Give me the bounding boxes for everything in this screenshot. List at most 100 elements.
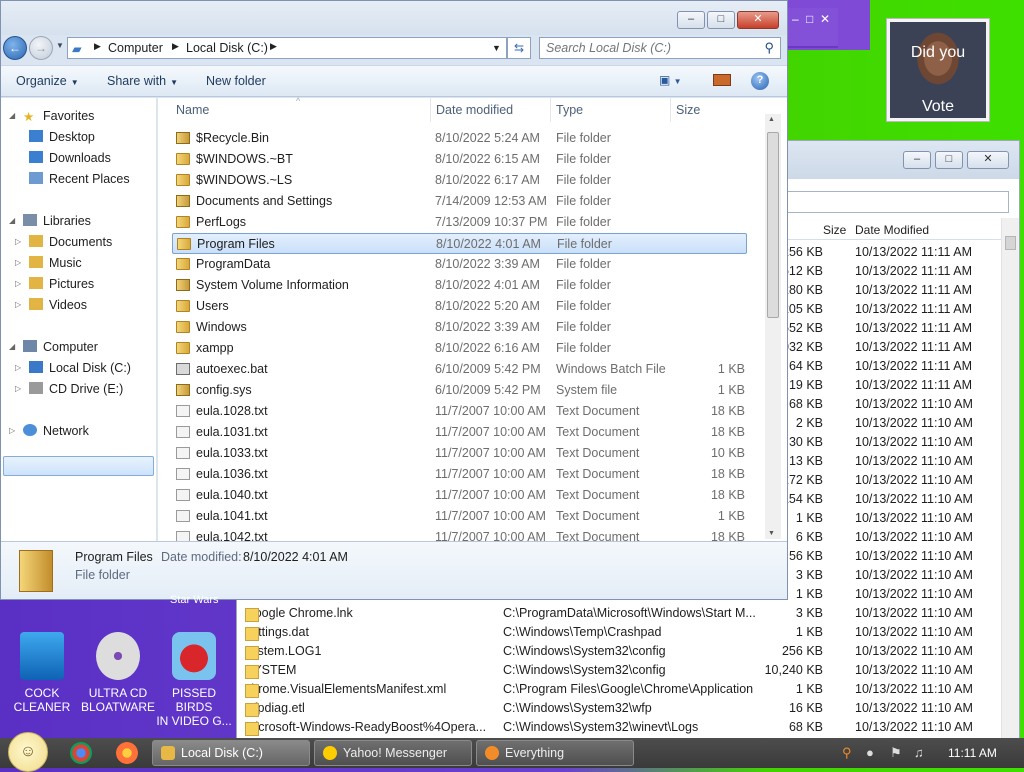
column-header-date-modified[interactable]: Date modified	[436, 103, 513, 117]
minimize-icon[interactable]: –	[792, 12, 799, 26]
chrome-icon[interactable]	[70, 742, 92, 764]
column-size[interactable]: Size	[823, 223, 846, 237]
nav-music[interactable]: ▷ Music	[15, 256, 82, 270]
column-header-type[interactable]: Type	[556, 103, 583, 117]
breadcrumb-computer[interactable]: Computer	[108, 41, 163, 55]
file-row[interactable]: config.sys 6/10/2009 5:42 PM System file 1 …	[172, 380, 747, 401]
expanded-triangle-icon[interactable]: ◢	[9, 216, 15, 225]
collapsed-triangle-icon[interactable]: ▷	[15, 384, 21, 393]
nav-cd-drive[interactable]: ▷ CD Drive (E:)	[15, 382, 123, 396]
breadcrumb-separator-icon[interactable]: ▶	[270, 41, 277, 52]
breadcrumb-separator-icon[interactable]: ▶	[94, 41, 101, 52]
everything-result-row[interactable]: wfpdiag.etl C:\Windows\System32\wfp 16 KB 1…	[237, 699, 997, 718]
file-row[interactable]: PerfLogs 7/13/2009 10:37 PM File folder	[172, 212, 747, 233]
taskbar-button-explorer[interactable]: Local Disk (C:)	[152, 740, 310, 766]
preview-pane-icon[interactable]	[713, 74, 731, 86]
breadcrumb-local-disk[interactable]: Local Disk (C:)	[186, 41, 268, 55]
minimize-button[interactable]: –	[677, 11, 705, 29]
back-arrow-icon[interactable]: ←	[3, 36, 27, 60]
address-bar[interactable]: ▰ ▶ Computer ▶ Local Disk (C:) ▶ ▼	[67, 37, 507, 59]
search-icon[interactable]: ⚲	[764, 40, 774, 56]
taskbar-clock[interactable]: 11:11 AM	[948, 746, 997, 760]
tray-status-icon[interactable]: ●	[866, 745, 874, 760]
file-row[interactable]: eula.1041.txt 11/7/2007 10:00 AM Text Docu…	[172, 506, 747, 527]
expanded-triangle-icon[interactable]: ◢	[9, 342, 15, 351]
nav-libraries[interactable]: ◢ Libraries	[9, 214, 91, 228]
photo-gadget[interactable]: Did you Vote	[886, 18, 990, 122]
file-row[interactable]: Documents and Settings 7/14/2009 12:53 AM…	[172, 191, 747, 212]
file-row[interactable]: $Recycle.Bin 8/10/2022 5:24 AM File folder	[172, 128, 747, 149]
recent-pages-chevron-icon[interactable]: ▼	[56, 41, 64, 50]
taskbar-button-everything[interactable]: Everything	[476, 740, 634, 766]
file-row[interactable]: eula.1033.txt 11/7/2007 10:00 AM Text Docu…	[172, 443, 747, 464]
maximize-button[interactable]: □	[935, 151, 963, 169]
everything-result-row[interactable]: Google Chrome.lnk C:\ProgramData\Microsof…	[237, 604, 997, 623]
scrollbar-thumb[interactable]	[767, 132, 779, 318]
start-button[interactable]: ☺	[8, 732, 48, 772]
scroll-up-icon[interactable]: ▲	[768, 116, 775, 123]
desktop-icon-cock-cleaner[interactable]: COCK CLEANER	[0, 632, 84, 714]
file-row[interactable]: eula.1031.txt 11/7/2007 10:00 AM Text Docu…	[172, 422, 747, 443]
column-header-size[interactable]: Size	[676, 103, 700, 117]
change-view-icon[interactable]: ▣ ▼	[659, 73, 682, 87]
expanded-triangle-icon[interactable]: ◢	[9, 111, 15, 120]
column-date-modified[interactable]: Date Modified	[855, 223, 929, 237]
everything-scrollbar[interactable]	[1001, 218, 1019, 738]
breadcrumb-separator-icon[interactable]: ▶	[172, 41, 179, 52]
explorer-titlebar[interactable]: – □ ✕	[1, 1, 787, 35]
minimize-button[interactable]: –	[903, 151, 931, 169]
everything-result-row[interactable]: chrome.VisualElementsManifest.xml C:\Prog…	[237, 680, 997, 699]
address-dropdown-icon[interactable]: ▼	[492, 43, 501, 53]
maximize-icon[interactable]: □	[806, 12, 813, 26]
nav-recent-places[interactable]: Recent Places	[29, 172, 130, 186]
file-row[interactable]: eula.1036.txt 11/7/2007 10:00 AM Text Docu…	[172, 464, 747, 485]
desktop-icon-label-star-wars[interactable]: Star Wars	[170, 594, 219, 606]
background-window[interactable]: – □ ✕	[788, 8, 838, 48]
file-row[interactable]: Users 8/10/2022 5:20 AM File folder	[172, 296, 747, 317]
new-folder-button[interactable]: New folder	[206, 74, 266, 88]
file-row[interactable]: System Volume Information 8/10/2022 4:01 …	[172, 275, 747, 296]
collapsed-triangle-icon[interactable]: ▷	[15, 279, 21, 288]
everything-search-input[interactable]	[785, 191, 1009, 213]
everything-result-row[interactable]: SYSTEM C:\Windows\System32\config 10,240 K…	[237, 661, 997, 680]
file-row[interactable]: xampp 8/10/2022 6:16 AM File folder	[172, 338, 747, 359]
search-box[interactable]: ⚲	[539, 37, 781, 59]
file-list-scrollbar[interactable]: ▲ ▼	[765, 114, 781, 539]
search-input[interactable]	[540, 38, 750, 58]
nav-videos[interactable]: ▷ Videos	[15, 298, 87, 312]
scroll-down-icon[interactable]: ▼	[768, 530, 775, 537]
file-row[interactable]: eula.1028.txt 11/7/2007 10:00 AM Text Docu…	[172, 401, 747, 422]
forward-arrow-icon[interactable]: →	[29, 36, 53, 60]
collapsed-triangle-icon[interactable]: ▷	[15, 258, 21, 267]
everything-result-row[interactable]: settings.dat C:\Windows\Temp\Crashpad 1 KB…	[237, 623, 997, 642]
column-header-name[interactable]: Name	[176, 103, 209, 117]
help-icon[interactable]: ?	[751, 72, 769, 90]
action-center-flag-icon[interactable]: ⚑	[890, 745, 902, 761]
firefox-icon[interactable]	[116, 742, 138, 764]
desktop-icon-pissed-birds[interactable]: PISSED BIRDS IN VIDEO G...	[152, 632, 236, 728]
everything-result-row[interactable]: Microsoft-Windows-ReadyBoost%4Opera... C:…	[237, 718, 997, 737]
collapsed-triangle-icon[interactable]: ▷	[9, 426, 15, 435]
file-row[interactable]: $WINDOWS.~BT 8/10/2022 6:15 AM File folder	[172, 149, 747, 170]
nav-downloads[interactable]: Downloads	[29, 151, 111, 165]
file-row[interactable]: ProgramData 8/10/2022 3:39 AM File folder	[172, 254, 747, 275]
file-row[interactable]: Windows 8/10/2022 3:39 AM File folder	[172, 317, 747, 338]
nav-network[interactable]: ▷ Network	[9, 424, 89, 438]
nav-pictures[interactable]: ▷ Pictures	[15, 277, 94, 291]
taskbar-button-yahoo-messenger[interactable]: Yahoo! Messenger	[314, 740, 472, 766]
file-row[interactable]: autoexec.bat 6/10/2009 5:42 PM Windows Bat…	[172, 359, 747, 380]
close-button[interactable]: ✕	[737, 11, 779, 29]
file-row[interactable]: Program Files 8/10/2022 4:01 AM File folde…	[172, 233, 747, 254]
everything-tray-icon[interactable]: ⚲	[842, 745, 852, 761]
nav-documents[interactable]: ▷ Documents	[15, 235, 112, 249]
desktop-icon-ultra-cd[interactable]: ULTRA CD BLOATWARE	[76, 632, 160, 714]
collapsed-triangle-icon[interactable]: ▷	[15, 237, 21, 246]
nav-local-disk[interactable]: ▷ Local Disk (C:)	[15, 361, 131, 375]
volume-icon[interactable]: ♫	[914, 745, 924, 760]
organize-button[interactable]: Organize ▼	[16, 74, 79, 88]
file-row[interactable]: eula.1040.txt 11/7/2007 10:00 AM Text Docu…	[172, 485, 747, 506]
collapsed-triangle-icon[interactable]: ▷	[15, 300, 21, 309]
refresh-icon[interactable]: ⇆	[507, 37, 531, 59]
nav-computer[interactable]: ◢ Computer	[9, 340, 98, 354]
nav-desktop[interactable]: Desktop	[29, 130, 95, 144]
